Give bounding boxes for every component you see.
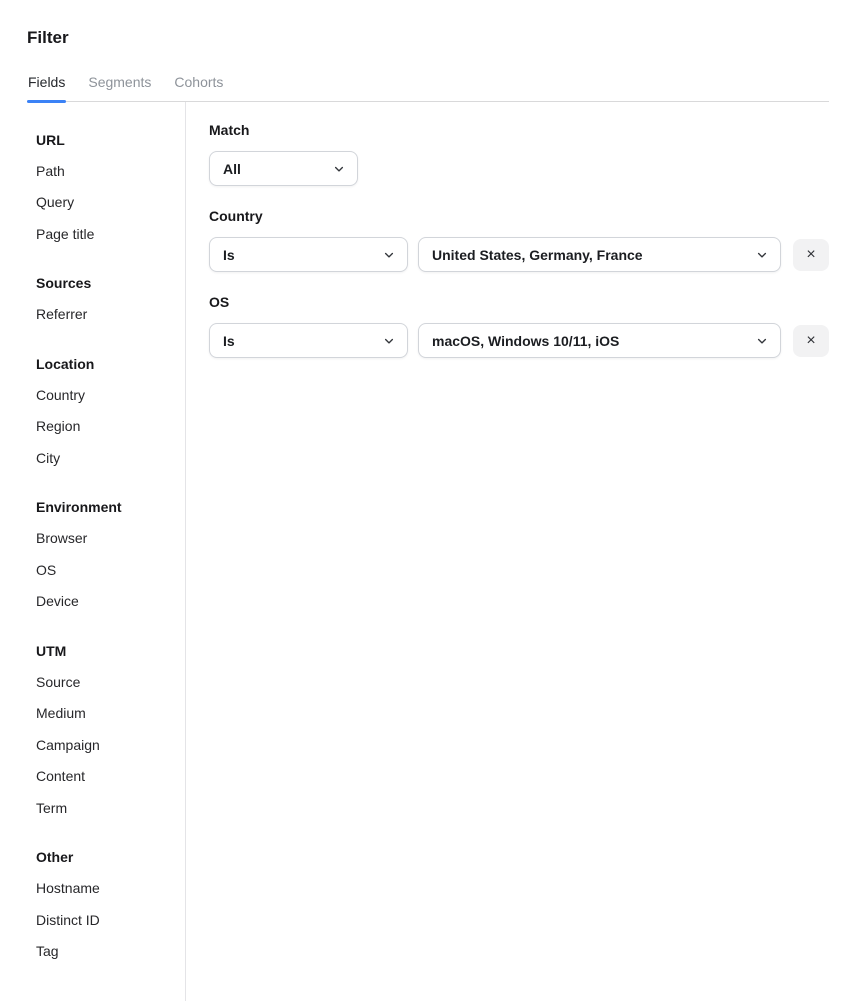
sidebar-item-city[interactable]: City [36, 442, 185, 474]
country-operator-select[interactable]: Is [209, 237, 408, 272]
country-operator-value: Is [223, 247, 235, 263]
os-remove-button[interactable]: × [793, 325, 829, 357]
filter-row-os: Is macOS, Windows 10/11, iOS × [209, 323, 829, 358]
sidebar-item-source[interactable]: Source [36, 666, 185, 698]
os-values-text: macOS, Windows 10/11, iOS [432, 333, 619, 349]
sidebar-item-term[interactable]: Term [36, 792, 185, 824]
tab-cohorts[interactable]: Cohorts [173, 68, 224, 101]
filter-label: Country [209, 208, 829, 224]
close-icon: × [806, 333, 815, 349]
sidebar-item-os[interactable]: OS [36, 554, 185, 586]
sidebar-item-hostname[interactable]: Hostname [36, 873, 185, 905]
country-values-select[interactable]: United States, Germany, France [418, 237, 781, 272]
sidebar-item-content[interactable]: Content [36, 761, 185, 793]
os-operator-select[interactable]: Is [209, 323, 408, 358]
sidebar-section-other: Other Hostname Distinct ID Tag [36, 842, 185, 968]
os-values-select[interactable]: macOS, Windows 10/11, iOS [418, 323, 781, 358]
sidebar-item-device[interactable]: Device [36, 586, 185, 618]
sidebar-item-medium[interactable]: Medium [36, 698, 185, 730]
chevron-down-icon [383, 249, 395, 261]
page-title: Filter [27, 28, 829, 48]
sidebar-item-referrer[interactable]: Referrer [36, 299, 185, 331]
filter-editor: Match All Country Is [186, 102, 829, 1001]
sidebar-item-region[interactable]: Region [36, 411, 185, 443]
match-group: Match All [209, 122, 829, 186]
country-remove-button[interactable]: × [793, 239, 829, 271]
sidebar-section-header: Location [36, 348, 185, 379]
sidebar-section-sources: Sources Referrer [36, 268, 185, 331]
sidebar-section-header: URL [36, 124, 185, 155]
match-label: Match [209, 122, 829, 138]
filter-row-country: Is United States, Germany, France × [209, 237, 829, 272]
chevron-down-icon [756, 249, 768, 261]
filter-label: OS [209, 294, 829, 310]
filter-panel: Filter Fields Segments Cohorts URL Path … [0, 28, 852, 1001]
sidebar-section-utm: UTM Source Medium Campaign Content Term [36, 635, 185, 824]
tab-segments[interactable]: Segments [87, 68, 152, 101]
sidebar-item-country[interactable]: Country [36, 379, 185, 411]
sidebar-section-url: URL Path Query Page title [36, 124, 185, 250]
sidebar-item-page-title[interactable]: Page title [36, 218, 185, 250]
filter-group-os: OS Is macOS, Windows 10/11, iOS [209, 294, 829, 358]
sidebar-item-distinct-id[interactable]: Distinct ID [36, 904, 185, 936]
sidebar-section-header: Environment [36, 492, 185, 523]
sidebar-section-header: Other [36, 842, 185, 873]
match-select[interactable]: All [209, 151, 358, 186]
sidebar-section-environment: Environment Browser OS Device [36, 492, 185, 618]
country-values-text: United States, Germany, France [432, 247, 643, 263]
sidebar-item-tag[interactable]: Tag [36, 936, 185, 968]
match-select-value: All [223, 161, 241, 177]
tab-fields[interactable]: Fields [27, 68, 66, 101]
sidebar: URL Path Query Page title Sources Referr… [27, 102, 186, 1001]
sidebar-item-query[interactable]: Query [36, 187, 185, 219]
filter-group-country: Country Is United States, Germany, Franc… [209, 208, 829, 272]
sidebar-item-path[interactable]: Path [36, 155, 185, 187]
sidebar-item-browser[interactable]: Browser [36, 523, 185, 555]
chevron-down-icon [383, 335, 395, 347]
close-icon: × [806, 247, 815, 263]
chevron-down-icon [333, 163, 345, 175]
sidebar-section-header: UTM [36, 635, 185, 666]
os-operator-value: Is [223, 333, 235, 349]
tab-bar: Fields Segments Cohorts [27, 68, 829, 102]
sidebar-item-campaign[interactable]: Campaign [36, 729, 185, 761]
chevron-down-icon [756, 335, 768, 347]
sidebar-section-header: Sources [36, 268, 185, 299]
sidebar-section-location: Location Country Region City [36, 348, 185, 474]
